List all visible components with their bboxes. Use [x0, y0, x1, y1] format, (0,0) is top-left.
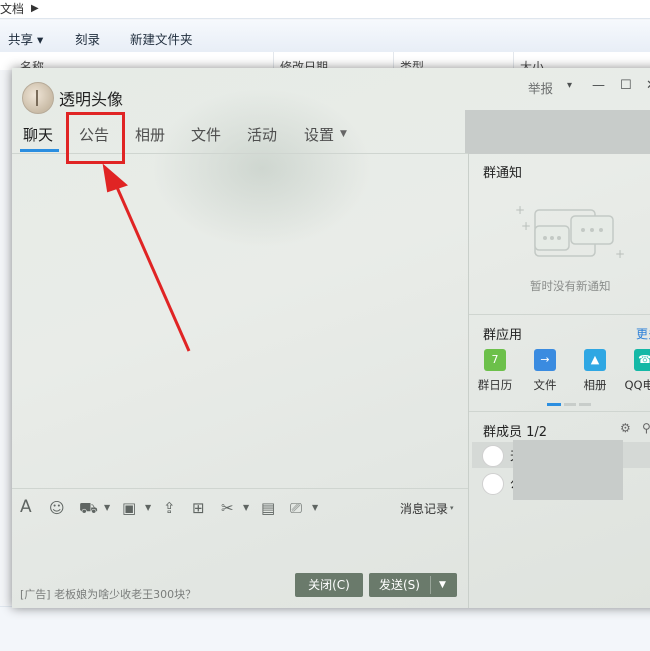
- annotation-arrow-icon: [102, 163, 191, 352]
